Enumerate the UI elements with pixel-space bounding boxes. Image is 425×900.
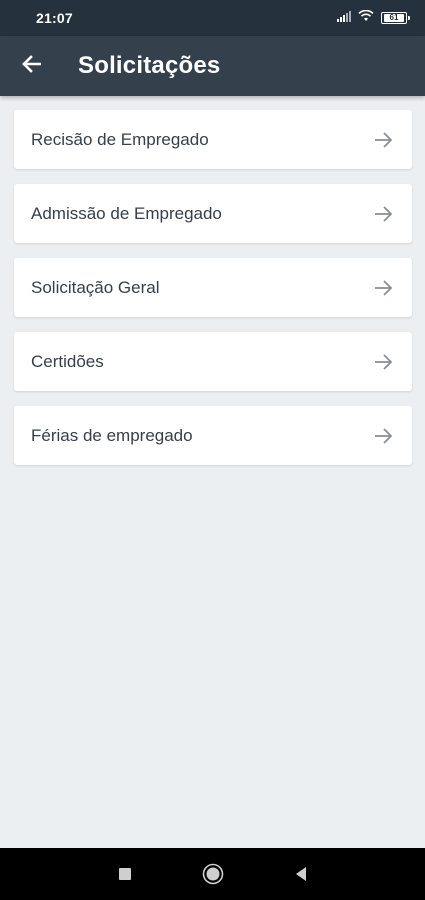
arrow-right-icon [374, 353, 394, 371]
status-bar: 21:07 61 [0, 0, 425, 36]
list-item-label: Admissão de Empregado [31, 203, 222, 223]
status-icons: 61 [337, 9, 410, 27]
signal-icon [337, 9, 351, 27]
home-circle-icon[interactable] [201, 862, 225, 886]
request-list: Recisão de Empregado Admissão de Emprega… [14, 110, 412, 480]
list-item-certidoes[interactable]: Certidões [14, 332, 412, 391]
wifi-icon [358, 9, 374, 27]
battery-icon: 61 [381, 12, 410, 24]
arrow-right-icon [374, 279, 394, 297]
system-nav-bar [0, 848, 425, 900]
list-item-admissao[interactable]: Admissão de Empregado [14, 184, 412, 243]
back-triangle-icon[interactable] [289, 862, 313, 886]
page-title: Solicitações [78, 52, 221, 79]
arrow-right-icon [374, 427, 394, 445]
recents-square-icon[interactable] [113, 862, 137, 886]
arrow-left-icon [21, 54, 42, 78]
list-item-ferias[interactable]: Férias de empregado [14, 406, 412, 465]
list-item-recisao[interactable]: Recisão de Empregado [14, 110, 412, 169]
list-item-solicitacao-geral[interactable]: Solicitação Geral [14, 258, 412, 317]
list-item-label: Férias de empregado [31, 425, 193, 445]
list-item-label: Solicitação Geral [31, 277, 160, 297]
arrow-right-icon [374, 131, 394, 149]
list-item-label: Recisão de Empregado [31, 129, 209, 149]
back-button[interactable] [0, 36, 62, 96]
status-time: 21:07 [36, 10, 73, 26]
arrow-right-icon [374, 205, 394, 223]
app-bar: Solicitações [0, 36, 425, 96]
list-item-label: Certidões [31, 351, 104, 371]
battery-level: 61 [384, 14, 404, 22]
